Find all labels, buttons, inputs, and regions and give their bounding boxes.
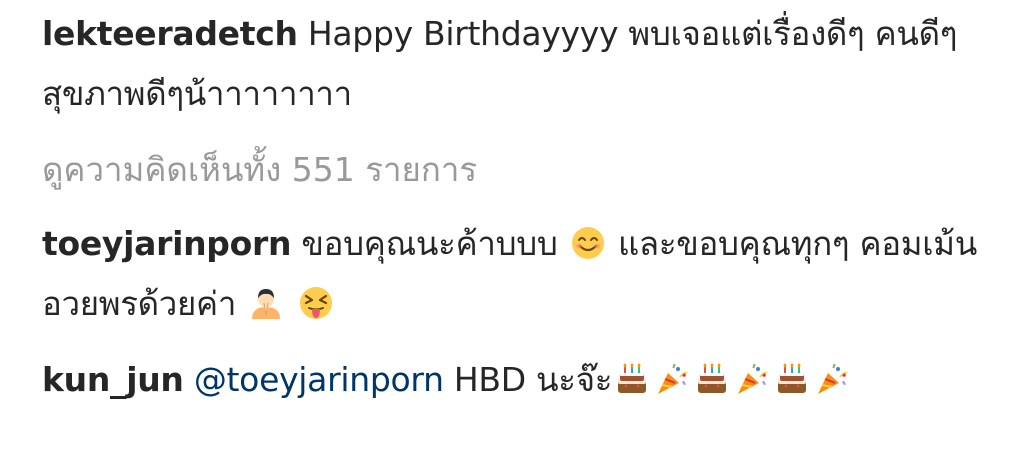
comment-username[interactable]: toeyjarinporn xyxy=(42,224,291,263)
party-popper-icon xyxy=(814,361,850,397)
birthday-cake-icon xyxy=(694,361,730,397)
comment-username[interactable]: lekteeradetch xyxy=(42,14,298,53)
squinting-tongue-face-icon xyxy=(298,285,334,321)
person-bowing-icon xyxy=(248,285,284,321)
comment-item: toeyjarinporn ขอบคุณนะค้าบบบ และขอบคุณทุ… xyxy=(42,214,1012,334)
smiling-face-icon xyxy=(570,225,606,261)
birthday-cake-icon xyxy=(774,361,810,397)
comment-username[interactable]: kun_jun xyxy=(42,360,184,399)
party-popper-icon xyxy=(734,361,770,397)
comment-item: kun_jun @toeyjarinporn HBD นะจ๊ะ xyxy=(42,350,1012,410)
view-all-comments-link[interactable]: ดูความคิดเห็นทั้ง 551 รายการ xyxy=(42,140,477,200)
comments-feed: lekteeradetch Happy Birthdayyyy พบเจอแต่… xyxy=(0,0,1024,467)
comment-text: HBD นะจ๊ะ xyxy=(453,360,613,399)
comment-text: ขอบคุณนะค้าบบบ xyxy=(301,224,558,263)
birthday-cake-icon xyxy=(614,361,650,397)
comment-item: lekteeradetch Happy Birthdayyyy พบเจอแต่… xyxy=(42,4,1012,124)
party-popper-icon xyxy=(654,361,690,397)
mention-link[interactable]: @toeyjarinporn xyxy=(194,360,444,399)
